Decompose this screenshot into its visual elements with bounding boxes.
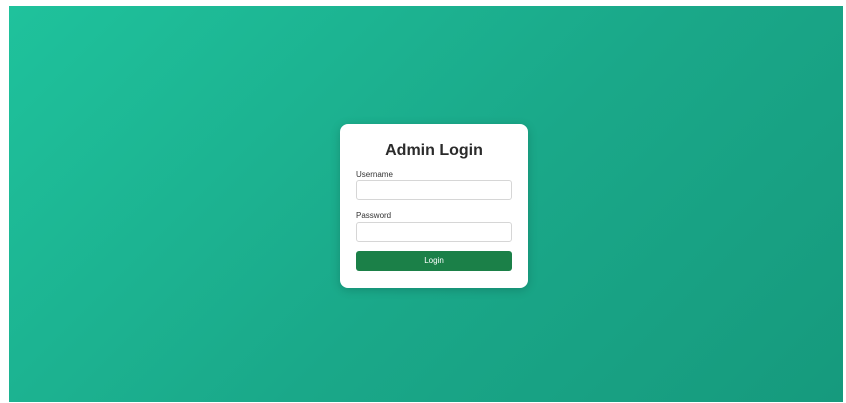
login-card: Admin Login Username Password Login xyxy=(340,124,528,288)
login-button[interactable]: Login xyxy=(356,251,512,271)
password-label: Password xyxy=(356,211,392,220)
username-input[interactable] xyxy=(356,180,512,200)
page-background: Admin Login Username Password Login xyxy=(9,6,843,402)
login-title: Admin Login xyxy=(385,142,483,159)
password-input[interactable] xyxy=(356,222,512,242)
username-label: Username xyxy=(356,170,393,179)
